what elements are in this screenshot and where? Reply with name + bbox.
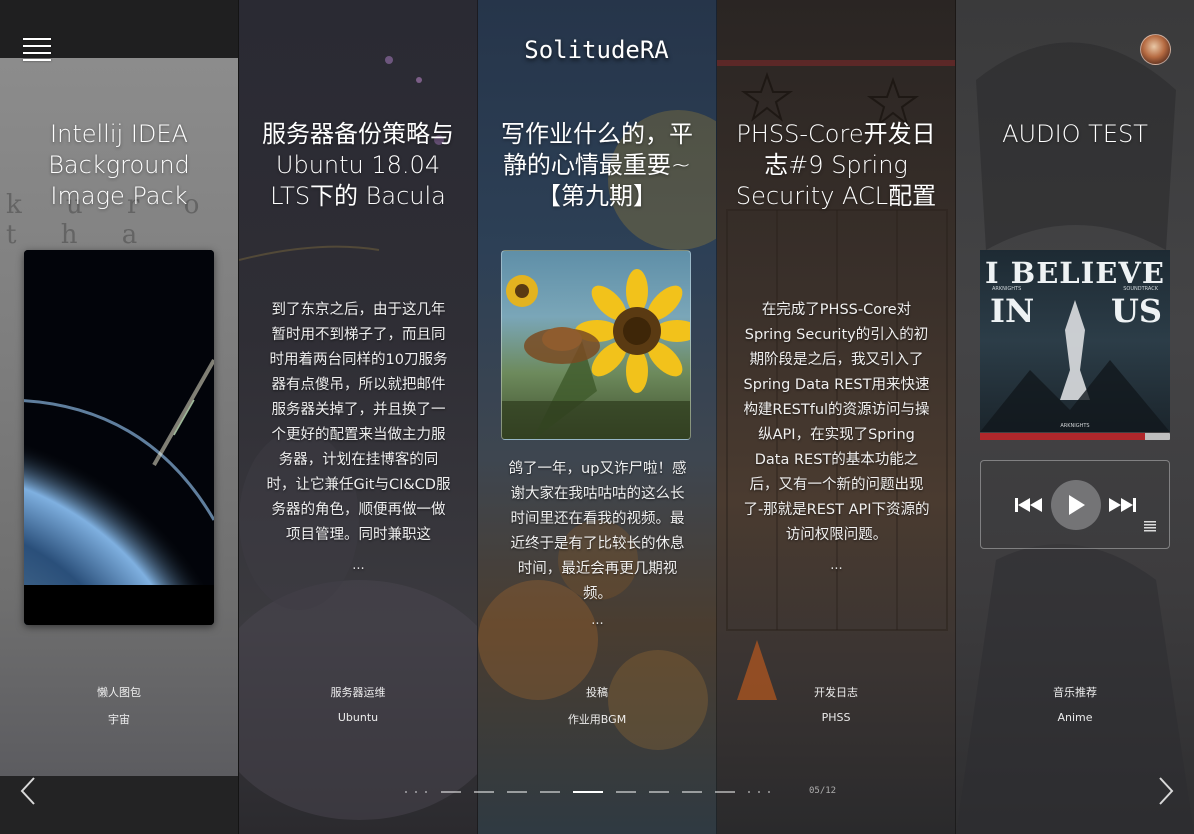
post-category[interactable]: 投稿 [478,684,716,700]
pagination-bar-8[interactable] [682,791,702,793]
post-title[interactable]: Intellij IDEA Background Image Pack [0,119,238,212]
chevron-left-icon [20,777,35,805]
post-tag[interactable]: PHSS [717,711,955,724]
post-category[interactable]: 服务器运维 [239,684,477,700]
pagination-bar-3[interactable] [507,791,527,793]
excerpt-text: 到了东京之后，由于这几年暂时用不到梯子了，而且同时用着两台同样的10刀服务器有点… [266,302,451,543]
excerpt-text: 在完成了PHSS-Core对Spring Security的引入的初期阶段是之后… [743,302,930,543]
playlist-icon [1144,520,1156,531]
menu-button[interactable] [23,38,51,62]
skip-back-button[interactable] [1014,495,1044,515]
pagination-dot [415,791,417,793]
pagination-bar-2[interactable] [474,791,494,793]
excerpt-ellipsis: ... [830,558,843,573]
post-category[interactable]: 开发日志 [717,684,955,700]
chevron-right-icon [1159,777,1174,805]
play-icon [1069,495,1085,515]
pagination-dot [405,791,407,793]
excerpt-ellipsis: ... [352,558,365,573]
page-counter: 05/12 [809,786,837,796]
prev-button[interactable] [14,776,44,806]
post-tag[interactable]: 宇宙 [0,711,238,727]
post-excerpt: 在完成了PHSS-Core对Spring Security的引入的初期阶段是之后… [743,298,930,576]
pagination-dot [758,791,760,793]
hamburger-menu-icon [23,38,51,40]
pagination-dot [425,791,427,793]
pagination-bar-4[interactable] [540,791,560,793]
pagination-bar-7[interactable] [649,791,669,793]
album-label: ARKNIGHTS [1060,423,1090,429]
playlist-button[interactable] [1143,519,1157,533]
post-tag[interactable]: 作业用BGM [478,711,716,727]
pagination-dot [768,791,770,793]
post-title[interactable]: 服务器备份策略与Ubuntu 18.04 LTS下的 Bacula [239,119,477,212]
audio-progress-fill [980,433,1146,440]
avatar[interactable] [1140,34,1171,65]
site-title[interactable]: SolitudeRA [477,36,716,64]
post-excerpt: 鸽了一年，up又诈尸啦！感谢大家在我咕咕咕的这么长时间里还在看我的视频。最近终于… [504,457,691,631]
play-button[interactable] [1051,480,1101,530]
pagination-bar-1[interactable] [441,791,461,793]
skip-forward-button[interactable] [1107,495,1137,515]
pagination-bar-6[interactable] [616,791,636,793]
post-title[interactable]: PHSS-Core开发日志#9 Spring Security ACL配置 [717,119,955,212]
pagination-bar-5-active[interactable] [573,791,603,793]
skip-forward-icon [1109,498,1136,512]
audio-progress-bar[interactable] [980,433,1170,440]
excerpt-ellipsis: ... [591,613,604,628]
post-card-2[interactable]: 服务器备份策略与Ubuntu 18.04 LTS下的 Bacula 到了东京之后… [239,0,478,834]
pagination-dot [748,791,750,793]
post-title[interactable]: 写作业什么的，平静的心情最重要~【第九期】 [478,119,716,212]
post-card-4[interactable]: PHSS-Core开发日志#9 Spring Security ACL配置 在完… [717,0,956,834]
excerpt-text: 鸽了一年，up又诈尸啦！感谢大家在我咕咕咕的这么长时间里还在看我的视频。最近终于… [508,461,687,602]
pagination [405,788,778,796]
album-cover[interactable]: I BELIEVE ARKNIGHTS SOUNDTRACK IN US ARK… [980,250,1170,432]
post-tag[interactable]: Ubuntu [239,711,477,724]
next-button[interactable] [1152,776,1182,806]
post-title[interactable]: AUDIO TEST [956,119,1194,150]
post-tag[interactable]: Anime [956,711,1194,724]
post-thumbnail-sunflower[interactable] [501,250,691,440]
post-card-1[interactable]: k u r o t h a Intellij IDEA Background I… [0,0,239,834]
post-excerpt: 到了东京之后，由于这几年暂时用不到梯子了，而且同时用着两台同样的10刀服务器有点… [265,298,452,576]
post-thumbnail-space[interactable] [24,250,214,625]
post-category[interactable]: 懒人图包 [0,684,238,700]
skip-back-icon [1015,498,1042,512]
pagination-bar-9[interactable] [715,791,735,793]
post-category[interactable]: 音乐推荐 [956,684,1194,700]
audio-player [980,460,1170,549]
